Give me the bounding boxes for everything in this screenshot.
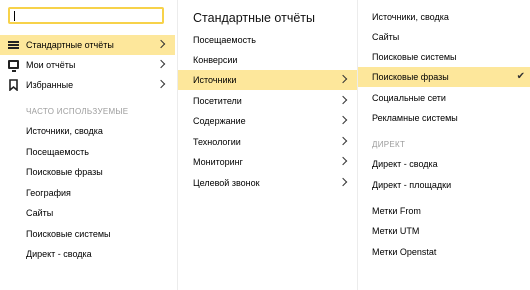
- frequent-item[interactable]: Поисковые фразы: [0, 162, 175, 182]
- report-item[interactable]: Источники, сводка: [358, 7, 530, 27]
- report-category-item[interactable]: Посещаемость: [178, 30, 357, 50]
- report-item-label: Директ - площадки: [372, 180, 452, 190]
- menu-item-standard-reports[interactable]: Стандартные отчёты: [0, 35, 175, 55]
- frequent-item-label: Поисковые фразы: [26, 167, 103, 177]
- report-item[interactable]: Рекламные системы: [358, 108, 530, 128]
- chevron-right-icon: [338, 74, 348, 84]
- report-item[interactable]: Социальные сети: [358, 88, 530, 108]
- report-category-label: Содержание: [193, 116, 246, 126]
- chevron-right-icon: [338, 115, 348, 125]
- menu-item-favorites[interactable]: Избранные: [0, 75, 175, 95]
- frequent-item[interactable]: Посещаемость: [0, 142, 175, 162]
- frequent-item-label: Сайты: [26, 208, 54, 218]
- report-category-item[interactable]: Целевой звонок: [178, 173, 357, 193]
- report-item-label: Метки UTM: [372, 226, 420, 236]
- report-item-label: Метки Openstat: [372, 247, 437, 257]
- report-category-item[interactable]: Посетители: [178, 91, 357, 111]
- report-category-item[interactable]: Содержание: [178, 111, 357, 131]
- direct-report-item[interactable]: Директ - площадки: [358, 175, 530, 195]
- menu-item-label: Мои отчёты: [26, 60, 76, 70]
- report-item-label: Поисковые фразы: [372, 72, 449, 82]
- frequent-item[interactable]: География: [0, 183, 175, 203]
- report-item-search-phrases[interactable]: Поисковые фразы ✔: [358, 67, 530, 87]
- frequent-item-label: Посещаемость: [26, 147, 89, 157]
- tag-report-item[interactable]: Метки UTM: [358, 221, 530, 241]
- report-category-label: Конверсии: [193, 55, 238, 65]
- frequent-item-label: Поисковые системы: [26, 229, 111, 239]
- text-caret: [14, 11, 15, 21]
- frequent-item-label: Источники, сводка: [26, 126, 103, 136]
- report-item-label: Метки From: [372, 206, 421, 216]
- chevron-right-icon: [338, 156, 348, 166]
- search-input[interactable]: [8, 7, 164, 24]
- chevron-right-icon: [156, 39, 166, 49]
- bookmark-icon: [9, 79, 18, 91]
- sources-reports-column: Источники, сводка Сайты Поисковые систем…: [357, 0, 530, 290]
- frequent-item[interactable]: Источники, сводка: [0, 121, 175, 141]
- tag-report-item[interactable]: Метки From: [358, 201, 530, 221]
- checkmark-icon: ✔: [516, 71, 525, 82]
- frequent-item-label: География: [26, 188, 71, 198]
- chevron-right-icon: [338, 95, 348, 105]
- report-item-label: Рекламные системы: [372, 113, 458, 123]
- chevron-right-icon: [338, 136, 348, 146]
- report-item-label: Источники, сводка: [372, 12, 449, 22]
- report-item-label: Сайты: [372, 32, 400, 42]
- left-menu-column: Стандартные отчёты Мои отчёты Избранные …: [0, 0, 175, 290]
- frequent-item[interactable]: Поисковые системы: [0, 224, 175, 244]
- report-item[interactable]: Сайты: [358, 27, 530, 47]
- frequent-item[interactable]: Сайты: [0, 203, 175, 223]
- report-category-label: Источники: [193, 75, 237, 85]
- chevron-right-icon: [156, 59, 166, 69]
- monitor-icon: [8, 60, 19, 72]
- column-title: Стандартные отчёты: [193, 11, 316, 25]
- direct-section-label: ДИРЕКТ: [372, 140, 406, 149]
- chevron-right-icon: [156, 79, 166, 89]
- report-category-item[interactable]: Конверсии: [178, 50, 357, 70]
- standard-reports-column: Стандартные отчёты Посещаемость Конверси…: [177, 0, 357, 290]
- report-item-label: Поисковые системы: [372, 52, 457, 62]
- report-category-label: Мониторинг: [193, 157, 243, 167]
- chevron-right-icon: [338, 177, 348, 187]
- report-category-label: Целевой звонок: [193, 178, 260, 188]
- frequent-section-label: ЧАСТО ИСПОЛЬЗУЕМЫЕ: [26, 107, 129, 116]
- menu-item-my-reports[interactable]: Мои отчёты: [0, 55, 175, 75]
- frequent-item[interactable]: Директ - сводка: [0, 244, 175, 264]
- tag-report-item[interactable]: Метки Openstat: [358, 242, 530, 262]
- list-icon: [8, 39, 20, 51]
- report-category-label: Посещаемость: [193, 35, 256, 45]
- report-item-label: Социальные сети: [372, 93, 446, 103]
- report-category-label: Технологии: [193, 137, 241, 147]
- report-item-label: Директ - сводка: [372, 159, 438, 169]
- direct-report-item[interactable]: Директ - сводка: [358, 154, 530, 174]
- menu-item-label: Стандартные отчёты: [26, 40, 114, 50]
- report-category-item-sources[interactable]: Источники: [178, 70, 357, 90]
- menu-item-label: Избранные: [26, 80, 74, 90]
- report-category-item[interactable]: Мониторинг: [178, 152, 357, 172]
- frequent-item-label: Директ - сводка: [26, 249, 92, 259]
- report-item[interactable]: Поисковые системы: [358, 47, 530, 67]
- report-category-label: Посетители: [193, 96, 242, 106]
- report-category-item[interactable]: Технологии: [178, 132, 357, 152]
